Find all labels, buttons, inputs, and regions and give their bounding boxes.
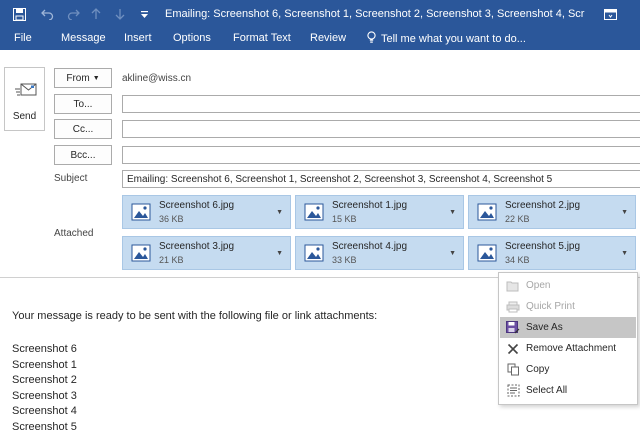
menu-item-label: Remove Attachment bbox=[526, 343, 617, 354]
cc-button[interactable]: Cc... bbox=[54, 119, 112, 139]
menu-item-quick-print[interactable]: Quick Print bbox=[500, 296, 636, 317]
tab-format-text[interactable]: Format Text bbox=[233, 32, 291, 44]
ribbon-tab-bar: File Message Insert Options Format Text … bbox=[0, 28, 640, 50]
subject-field[interactable]: Emailing: Screenshot 6, Screenshot 1, Sc… bbox=[122, 170, 640, 188]
attachment-tile[interactable]: Screenshot 6.jpg 36 KB ▼ bbox=[122, 195, 291, 229]
menu-item-label: Select All bbox=[526, 385, 568, 396]
menu-item-label: Save As bbox=[526, 322, 563, 333]
image-file-icon bbox=[477, 202, 497, 225]
menu-item-copy[interactable]: Copy bbox=[500, 359, 636, 380]
undo-icon[interactable] bbox=[36, 0, 58, 28]
menu-item-select-all[interactable]: Select All bbox=[500, 380, 636, 401]
to-button[interactable]: To... bbox=[54, 94, 112, 114]
to-field[interactable] bbox=[122, 95, 640, 113]
attachment-tile[interactable]: Screenshot 2.jpg 22 KB ▼ bbox=[468, 195, 636, 229]
from-address: akline@wiss.cn bbox=[122, 73, 192, 84]
close-icon bbox=[500, 343, 526, 355]
title-bar: Emailing: Screenshot 6, Screenshot 1, Sc… bbox=[0, 0, 640, 28]
menu-item-label: Quick Print bbox=[526, 301, 575, 312]
image-file-icon bbox=[131, 243, 151, 266]
chevron-down-icon[interactable]: ▼ bbox=[621, 250, 628, 257]
chevron-down-icon: ▼ bbox=[92, 74, 100, 82]
tab-file[interactable]: File bbox=[14, 32, 32, 44]
save-icon[interactable] bbox=[8, 0, 30, 28]
cc-label: Cc... bbox=[72, 123, 94, 135]
attachment-size: 21 KB bbox=[159, 255, 184, 265]
tab-review[interactable]: Review bbox=[310, 32, 346, 44]
redo-icon[interactable] bbox=[62, 0, 84, 28]
list-item: Screenshot 2 bbox=[12, 374, 77, 387]
list-item: Screenshot 4 bbox=[12, 405, 77, 418]
attachment-name: Screenshot 1.jpg bbox=[332, 200, 408, 211]
send-envelope-icon bbox=[15, 82, 37, 105]
attachment-name: Screenshot 2.jpg bbox=[505, 200, 581, 211]
chevron-down-icon[interactable]: ▼ bbox=[621, 209, 628, 216]
tell-me-label: Tell me what you want to do... bbox=[381, 33, 526, 45]
image-file-icon bbox=[304, 243, 324, 266]
attachment-tile[interactable]: Screenshot 5.jpg 34 KB ▼ bbox=[468, 236, 636, 270]
cc-field[interactable] bbox=[122, 120, 640, 138]
send-button[interactable]: Send bbox=[4, 67, 45, 131]
image-file-icon bbox=[131, 202, 151, 225]
from-label: From bbox=[66, 72, 90, 84]
attachment-name: Screenshot 3.jpg bbox=[159, 241, 235, 252]
attachment-name: Screenshot 4.jpg bbox=[332, 241, 408, 252]
attachment-context-menu: Open Quick Print Save As Remove Attachme… bbox=[498, 272, 638, 405]
list-item: Screenshot 3 bbox=[12, 389, 77, 402]
chevron-down-icon[interactable]: ▼ bbox=[449, 250, 456, 257]
attached-label: Attached bbox=[54, 228, 94, 239]
tab-message[interactable]: Message bbox=[61, 32, 106, 44]
list-item: Screenshot 1 bbox=[12, 358, 77, 371]
bcc-button[interactable]: Bcc... bbox=[54, 145, 112, 165]
bcc-field[interactable] bbox=[122, 146, 640, 164]
copy-icon bbox=[500, 363, 526, 376]
attachment-tile[interactable]: Screenshot 1.jpg 15 KB ▼ bbox=[295, 195, 464, 229]
lightbulb-icon bbox=[367, 31, 376, 47]
attachment-name: Screenshot 6.jpg bbox=[159, 200, 235, 211]
to-label: To... bbox=[73, 98, 93, 110]
chevron-down-icon[interactable]: ▼ bbox=[449, 209, 456, 216]
chevron-down-icon[interactable]: ▼ bbox=[276, 209, 283, 216]
previous-item-icon[interactable] bbox=[86, 0, 106, 28]
tab-insert[interactable]: Insert bbox=[124, 32, 152, 44]
chevron-down-icon[interactable]: ▼ bbox=[276, 250, 283, 257]
printer-icon bbox=[500, 301, 526, 313]
subject-label: Subject bbox=[54, 173, 88, 184]
from-button[interactable]: From ▼ bbox=[54, 68, 112, 88]
attachment-size: 34 KB bbox=[505, 255, 530, 265]
customize-qat-icon[interactable] bbox=[136, 0, 152, 28]
ribbon-display-options-icon[interactable] bbox=[596, 0, 624, 28]
bcc-label: Bcc... bbox=[70, 149, 96, 161]
attachment-tile[interactable]: Screenshot 4.jpg 33 KB ▼ bbox=[295, 236, 464, 270]
attachment-size: 33 KB bbox=[332, 255, 357, 265]
menu-item-label: Open bbox=[526, 280, 551, 291]
send-label: Send bbox=[12, 111, 37, 122]
image-file-icon bbox=[477, 243, 497, 266]
save-as-icon bbox=[500, 321, 526, 334]
menu-item-save-as[interactable]: Save As bbox=[500, 317, 636, 338]
image-file-icon bbox=[304, 202, 324, 225]
message-intro[interactable]: Your message is ready to be sent with th… bbox=[12, 310, 377, 322]
select-all-icon bbox=[500, 384, 526, 397]
attachment-name: Screenshot 5.jpg bbox=[505, 241, 581, 252]
attachment-size: 36 KB bbox=[159, 214, 184, 224]
attachment-size: 15 KB bbox=[332, 214, 357, 224]
open-folder-icon bbox=[500, 280, 526, 292]
next-item-icon[interactable] bbox=[110, 0, 130, 28]
menu-item-remove-attachment[interactable]: Remove Attachment bbox=[500, 338, 636, 359]
attachment-tile[interactable]: Screenshot 3.jpg 21 KB ▼ bbox=[122, 236, 291, 270]
message-attachment-list[interactable]: Screenshot 6 Screenshot 1 Screenshot 2 S… bbox=[12, 342, 77, 436]
menu-item-label: Copy bbox=[526, 364, 550, 375]
window-title: Emailing: Screenshot 6, Screenshot 1, Sc… bbox=[165, 8, 585, 20]
list-item: Screenshot 6 bbox=[12, 343, 77, 355]
menu-item-open[interactable]: Open bbox=[500, 275, 636, 296]
attachment-size: 22 KB bbox=[505, 214, 530, 224]
tab-options[interactable]: Options bbox=[173, 32, 211, 44]
tell-me-box[interactable]: Tell me what you want to do... bbox=[367, 31, 526, 47]
list-item: Screenshot 5 bbox=[12, 420, 77, 433]
